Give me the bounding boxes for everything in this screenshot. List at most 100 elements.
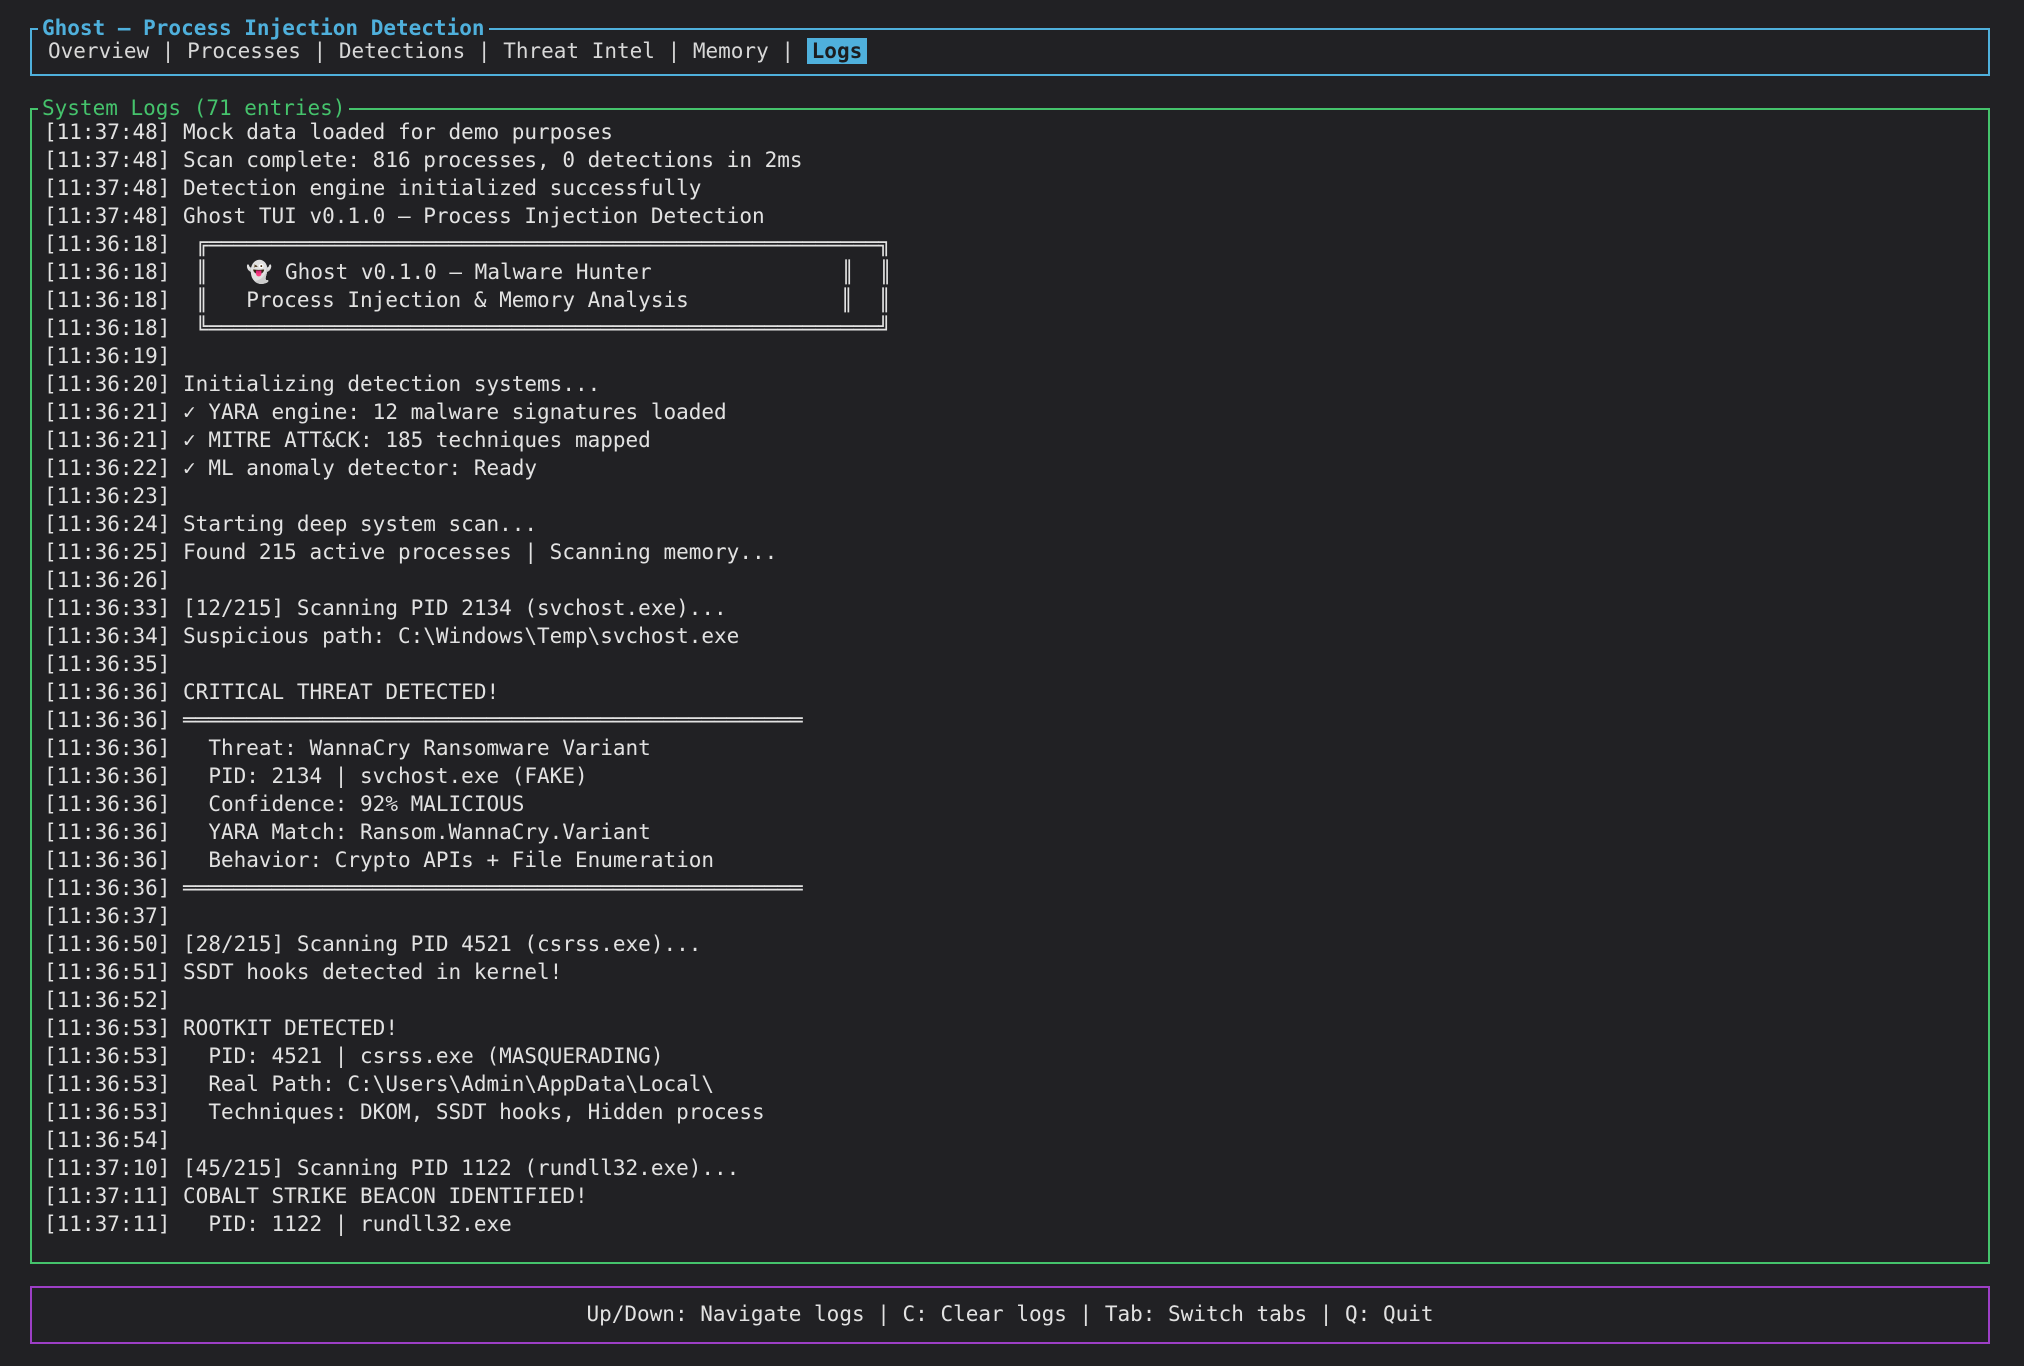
log-message: Initializing detection systems... — [183, 372, 600, 396]
log-line: [11:36:25] Found 215 active processes | S… — [44, 538, 1988, 566]
log-message: YARA Match: Ransom.WannaCry.Variant — [183, 820, 651, 844]
log-line: [11:36:36] Behavior: Crypto APIs + File … — [44, 846, 1988, 874]
log-timestamp: [11:36:36] — [44, 792, 170, 816]
terminal-screen: Ghost — Process Injection Detection Over… — [0, 0, 2024, 1366]
log-timestamp: [11:36:18] — [44, 288, 170, 312]
log-line: [11:36:52] — [44, 986, 1988, 1014]
log-timestamp: [11:36:33] — [44, 596, 170, 620]
app-header-panel: Ghost — Process Injection Detection Over… — [30, 28, 1990, 76]
log-line: [11:36:23] — [44, 482, 1988, 510]
log-timestamp: [11:36:26] — [44, 568, 170, 592]
keybind-help-text: Up/Down: Navigate logs | C: Clear logs |… — [32, 1288, 1988, 1341]
log-line: [11:36:34]Suspicious path: C:\Windows\Te… — [44, 622, 1988, 650]
log-timestamp: [11:36:24] — [44, 512, 170, 536]
log-message: ╚═══════════════════════════════════════… — [183, 316, 891, 340]
log-timestamp: [11:36:36] — [44, 764, 170, 788]
logs-panel-title: System Logs (71 entries) — [38, 95, 349, 121]
log-line: [11:36:22] ✓ ML anomaly detector: Ready — [44, 454, 1988, 482]
log-line: [11:36:35] — [44, 650, 1988, 678]
tab-threat-intel[interactable]: Threat Intel — [503, 39, 655, 63]
tab-processes[interactable]: Processes — [187, 39, 301, 63]
log-message: ╔═══════════════════════════════════════… — [183, 232, 891, 256]
log-timestamp: [11:37:48] — [44, 204, 170, 228]
log-timestamp: [11:37:11] — [44, 1184, 170, 1208]
log-line: [11:37:48] Mock data loaded for demo purp… — [44, 118, 1988, 146]
log-timestamp: [11:36:37] — [44, 904, 170, 928]
log-timestamp: [11:37:11] — [44, 1212, 170, 1236]
log-line: [11:36:36] YARA Match: Ransom.WannaCry.V… — [44, 818, 1988, 846]
log-line: [11:36:36] ══════════════════════════════… — [44, 874, 1988, 902]
tab-logs[interactable]: Logs — [807, 38, 868, 64]
log-line: [11:36:21]✓ YARA engine: 12 malware sign… — [44, 398, 1988, 426]
footer-keybinds-panel: Up/Down: Navigate logs | C: Clear logs |… — [30, 1286, 1990, 1344]
tab-separator: | — [655, 39, 693, 63]
log-line: [11:36:50][28/215] Scanning PID 4521 (cs… — [44, 930, 1988, 958]
log-timestamp: [11:36:19] — [44, 344, 170, 368]
tab-detections[interactable]: Detections — [339, 39, 465, 63]
log-line: [11:36:37] — [44, 902, 1988, 930]
log-timestamp: [11:36:54] — [44, 1128, 170, 1152]
log-message: Detection engine initialized successfull… — [183, 176, 701, 200]
log-timestamp: [11:36:20] — [44, 372, 170, 396]
log-line: [11:36:18] ║ Process Injection & Memory … — [44, 286, 1988, 314]
log-line: [11:37:48]Detection engine initialized s… — [44, 174, 1988, 202]
log-line: [11:36:24] Starting deep system scan... — [44, 510, 1988, 538]
log-line: [11:37:11]COBALT STRIKE BEACON IDENTIFIE… — [44, 1182, 1988, 1210]
app-title: Ghost — Process Injection Detection — [38, 15, 489, 41]
log-timestamp: [11:36:36] — [44, 876, 170, 900]
log-timestamp: [11:36:36] — [44, 848, 170, 872]
log-message: Confidence: 92% MALICIOUS — [183, 792, 524, 816]
log-timestamp: [11:36:53] — [44, 1044, 170, 1068]
log-line: [11:36:36] PID: 2134 | svchost.exe (FAKE… — [44, 762, 1988, 790]
log-line: [11:36:36] ══════════════════════════════… — [44, 706, 1988, 734]
log-timestamp: [11:36:25] — [44, 540, 170, 564]
log-line: [11:36:21]✓ MITRE ATT&CK: 185 techniques… — [44, 426, 1988, 454]
log-message: [45/215] Scanning PID 1122 (rundll32.exe… — [183, 1156, 739, 1180]
log-timestamp: [11:37:48] — [44, 120, 170, 144]
log-timestamp: [11:36:53] — [44, 1072, 170, 1096]
log-timestamp: [11:36:53] — [44, 1016, 170, 1040]
log-line: [11:36:36] Threat: WannaCry Ransomware V… — [44, 734, 1988, 762]
log-timestamp: [11:36:35] — [44, 652, 170, 676]
log-timestamp: [11:36:23] — [44, 484, 170, 508]
log-timestamp: [11:36:50] — [44, 932, 170, 956]
log-message: Behavior: Crypto APIs + File Enumeration — [183, 848, 714, 872]
log-message: SSDT hooks detected in kernel! — [183, 960, 562, 984]
log-list[interactable]: [11:37:48] Mock data loaded for demo purp… — [32, 110, 1988, 1258]
log-message: Found 215 active processes | Scanning me… — [183, 540, 777, 564]
log-line: [11:37:48]Ghost TUI v0.1.0 — Process Inj… — [44, 202, 1988, 230]
log-timestamp: [11:36:36] — [44, 680, 170, 704]
tab-separator: | — [149, 39, 187, 63]
log-message: ════════════════════════════════════════… — [183, 708, 803, 732]
log-timestamp: [11:36:52] — [44, 988, 170, 1012]
log-line: [11:36:36] Confidence: 92% MALICIOUS — [44, 790, 1988, 818]
log-timestamp: [11:36:36] — [44, 708, 170, 732]
log-line: [11:36:18] ╚════════════════════════════… — [44, 314, 1988, 342]
log-message: PID: 4521 | csrss.exe (MASQUERADING) — [183, 1044, 663, 1068]
tab-overview[interactable]: Overview — [48, 39, 149, 63]
log-message: ✓ MITRE ATT&CK: 185 techniques mapped — [183, 428, 651, 452]
log-message: [12/215] Scanning PID 2134 (svchost.exe)… — [183, 596, 727, 620]
log-line: [11:36:36] CRITICAL THREAT DETECTED! — [44, 678, 1988, 706]
log-message: Mock data loaded for demo purposes — [183, 120, 613, 144]
log-message: ════════════════════════════════════════… — [183, 876, 803, 900]
log-message: CRITICAL THREAT DETECTED! — [183, 680, 499, 704]
log-message: Techniques: DKOM, SSDT hooks, Hidden pro… — [183, 1100, 765, 1124]
log-message: Starting deep system scan... — [183, 512, 537, 536]
log-message: Real Path: C:\Users\Admin\AppData\Local\ — [183, 1072, 714, 1096]
log-timestamp: [11:36:18] — [44, 260, 170, 284]
log-line: [11:36:53] Techniques: DKOM, SSDT hooks,… — [44, 1098, 1988, 1126]
log-line: [11:37:10][45/215] Scanning PID 1122 (ru… — [44, 1154, 1988, 1182]
tab-memory[interactable]: Memory — [693, 39, 769, 63]
log-message: ✓ ML anomaly detector: Ready — [183, 456, 537, 480]
log-message: PID: 1122 | rundll32.exe — [183, 1212, 512, 1236]
log-timestamp: [11:36:21] — [44, 400, 170, 424]
log-line: [11:36:53] PID: 4521 | csrss.exe (MASQUE… — [44, 1042, 1988, 1070]
log-line: [11:36:18] ║ 👻 Ghost v0.1.0 — Malware Hu… — [44, 258, 1988, 286]
log-line: [11:36:20] Initializing detection systems… — [44, 370, 1988, 398]
log-line: [11:36:53]ROOTKIT DETECTED! — [44, 1014, 1988, 1042]
log-line: [11:37:48] Scan complete: 816 processes, … — [44, 146, 1988, 174]
log-timestamp: [11:37:48] — [44, 148, 170, 172]
log-timestamp: [11:36:22] — [44, 456, 170, 480]
log-message: Scan complete: 816 processes, 0 detectio… — [183, 148, 803, 172]
